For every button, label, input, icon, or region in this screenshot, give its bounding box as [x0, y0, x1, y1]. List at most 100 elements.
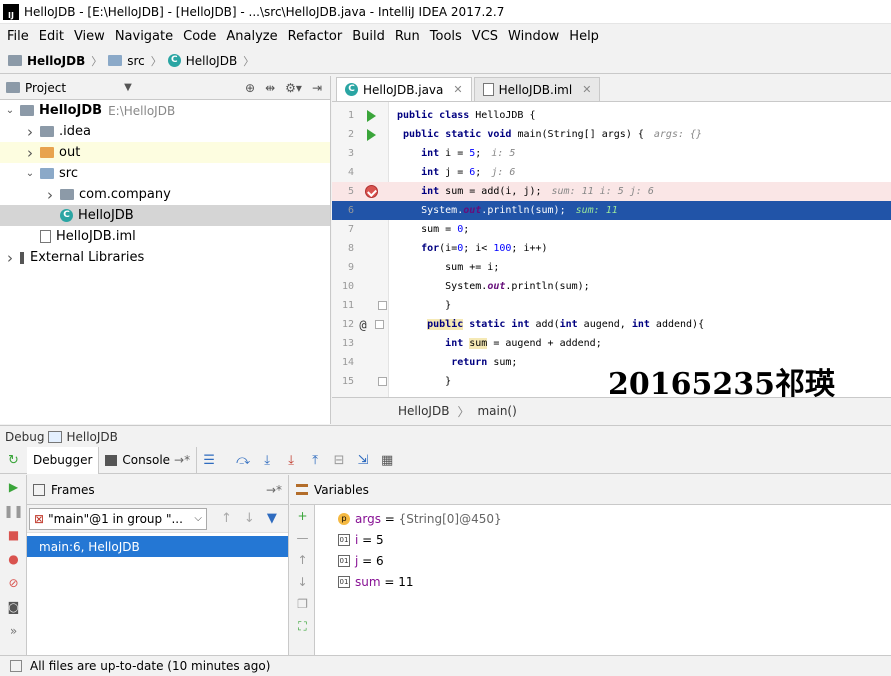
code-line[interactable]: 1 public class HelloJDB {: [332, 106, 891, 125]
menu-run[interactable]: Run: [390, 29, 425, 44]
remove-watch-icon[interactable]: —: [290, 527, 315, 549]
menu-view[interactable]: View: [69, 29, 110, 44]
code-line[interactable]: 6 System.out.println(sum); sum: 11: [332, 201, 891, 220]
expand-right-icon[interactable]: ›: [24, 144, 36, 162]
menu-analyze[interactable]: Analyze: [221, 29, 282, 44]
gutter-fold[interactable]: [354, 301, 389, 310]
tab-hellojdb-iml[interactable]: HelloJDB.iml ✕: [473, 77, 601, 101]
collapse-all-icon[interactable]: ⇹: [265, 81, 275, 95]
close-icon[interactable]: ✕: [453, 83, 462, 96]
code-area[interactable]: 1 public class HelloJDB {2 public static …: [332, 102, 891, 397]
resume-icon[interactable]: ▶: [0, 475, 27, 499]
menu-vcs[interactable]: VCS: [467, 29, 503, 44]
tree-item[interactable]: › .idea: [0, 121, 330, 142]
tree-item[interactable]: ⌄ HelloJDB E:\HelloJDB: [0, 100, 330, 121]
editor-crumb-method[interactable]: main(): [477, 404, 516, 418]
step-into-icon[interactable]: ⤓: [255, 449, 279, 471]
code-line[interactable]: 10 System.out.println(sum);: [332, 277, 891, 296]
arrow-up-icon[interactable]: ↑: [221, 511, 232, 526]
menu-code[interactable]: Code: [178, 29, 221, 44]
code-line[interactable]: 13 int sum = augend + addend;: [332, 334, 891, 353]
pin-icon[interactable]: →*: [266, 483, 282, 497]
expand-down-icon[interactable]: ⌄: [24, 168, 36, 179]
run-icon[interactable]: [367, 128, 376, 141]
watches-icon[interactable]: ⛶: [290, 615, 315, 637]
project-panel-title[interactable]: Project: [25, 81, 66, 95]
tree-item[interactable]: › com.company: [0, 184, 330, 205]
camera-icon[interactable]: ◙: [0, 595, 27, 619]
arrow-up-icon[interactable]: ↑: [290, 549, 315, 571]
close-icon[interactable]: ✕: [582, 83, 591, 96]
hide-panel-icon[interactable]: ⇥: [312, 81, 322, 95]
variable-row[interactable]: 01 sum = 11: [338, 571, 414, 592]
evaluate-expression-icon[interactable]: ▦: [375, 449, 399, 471]
code-line[interactable]: 2 public static void main(String[] args)…: [332, 125, 891, 144]
more-icon[interactable]: »: [0, 619, 27, 643]
tree-item[interactable]: › External Libraries: [0, 247, 330, 268]
view-breakpoints-icon[interactable]: ●: [0, 547, 27, 571]
step-out-icon[interactable]: ⤒: [303, 449, 327, 471]
step-over-icon[interactable]: ⤼: [231, 449, 255, 471]
filter-icon[interactable]: ▼: [267, 511, 277, 526]
gear-icon[interactable]: ⚙▾: [285, 81, 302, 95]
breakpoint-icon[interactable]: [365, 185, 378, 198]
menu-tools[interactable]: Tools: [425, 29, 467, 44]
menu-navigate[interactable]: Navigate: [110, 29, 178, 44]
gutter-breakpoint[interactable]: [354, 185, 389, 198]
tab-console[interactable]: Console →*: [99, 446, 198, 474]
code-line[interactable]: 11 }: [332, 296, 891, 315]
debug-config-name[interactable]: HelloJDB: [66, 430, 117, 444]
menu-file[interactable]: File: [2, 29, 34, 44]
drop-frame-icon[interactable]: ⊟: [327, 449, 351, 471]
pause-icon[interactable]: ❚❚: [0, 499, 27, 523]
tab-hellojdb-java[interactable]: C HelloJDB.java ✕: [336, 77, 472, 101]
variable-row[interactable]: 01 j = 6: [338, 550, 384, 571]
code-line[interactable]: 12 @ public static int add(int augend, in…: [332, 315, 891, 334]
expand-right-icon[interactable]: ›: [44, 186, 56, 204]
menu-help[interactable]: Help: [564, 29, 604, 44]
frame-item[interactable]: main:6, HelloJDB: [27, 536, 288, 557]
code-line[interactable]: 9 sum += i;: [332, 258, 891, 277]
nav-crumb-project[interactable]: HelloJDB 〉: [8, 53, 108, 69]
tree-item[interactable]: C HelloJDB: [0, 205, 330, 226]
gutter-markers[interactable]: @: [354, 318, 389, 332]
dropdown-arrow-icon[interactable]: ▼: [124, 82, 132, 93]
run-to-cursor-icon[interactable]: ⇲: [351, 449, 375, 471]
nav-crumb-class[interactable]: C HelloJDB 〉: [167, 53, 260, 69]
run-icon[interactable]: [367, 109, 376, 122]
code-line[interactable]: 8 for(i=0; i< 100; i++): [332, 239, 891, 258]
code-line[interactable]: 4 int j = 6; j: 6: [332, 163, 891, 182]
variable-row[interactable]: 01 i = 5: [338, 529, 384, 550]
fold-icon[interactable]: [374, 320, 384, 329]
gutter-run[interactable]: [354, 109, 389, 122]
code-line[interactable]: 3 int i = 5; i: 5: [332, 144, 891, 163]
thread-dropdown[interactable]: ⊠ "main"@1 in group "... ⌵: [29, 507, 207, 530]
code-line[interactable]: 7 sum = 0;: [332, 220, 891, 239]
copy-icon[interactable]: ❐: [290, 593, 315, 615]
expand-right-icon[interactable]: ›: [24, 123, 36, 141]
tree-item[interactable]: HelloJDB.iml: [0, 226, 330, 247]
arrow-down-icon[interactable]: ↓: [290, 571, 315, 593]
mute-breakpoints-icon[interactable]: ⊘: [0, 571, 27, 595]
gutter-run[interactable]: [354, 128, 389, 141]
tool-windows-icon[interactable]: [10, 660, 22, 672]
tab-debugger[interactable]: Debugger: [27, 446, 100, 474]
variable-row[interactable]: p args = {String[0]@450}: [338, 508, 502, 529]
force-step-into-icon[interactable]: ⤓: [279, 449, 303, 471]
nav-crumb-src[interactable]: src 〉: [108, 53, 168, 69]
fold-icon[interactable]: [378, 301, 387, 310]
menu-refactor[interactable]: Refactor: [283, 29, 348, 44]
code-line[interactable]: 5 int sum = add(i, j); sum: 11 i: 5 j: 6: [332, 182, 891, 201]
menu-build[interactable]: Build: [347, 29, 390, 44]
sync-icon[interactable]: ⊕: [245, 81, 255, 95]
arrow-down-icon[interactable]: ↓: [244, 511, 255, 526]
rerun-icon[interactable]: ↻: [0, 449, 27, 471]
show-execution-point-icon[interactable]: ☰: [197, 449, 221, 471]
new-watch-icon[interactable]: +: [290, 505, 315, 527]
menu-window[interactable]: Window: [503, 29, 564, 44]
expand-down-icon[interactable]: ⌄: [4, 105, 16, 116]
fold-icon[interactable]: [378, 377, 387, 386]
editor-crumb-class[interactable]: HelloJDB: [398, 404, 449, 418]
menu-edit[interactable]: Edit: [34, 29, 69, 44]
stop-icon[interactable]: ■: [0, 523, 27, 547]
